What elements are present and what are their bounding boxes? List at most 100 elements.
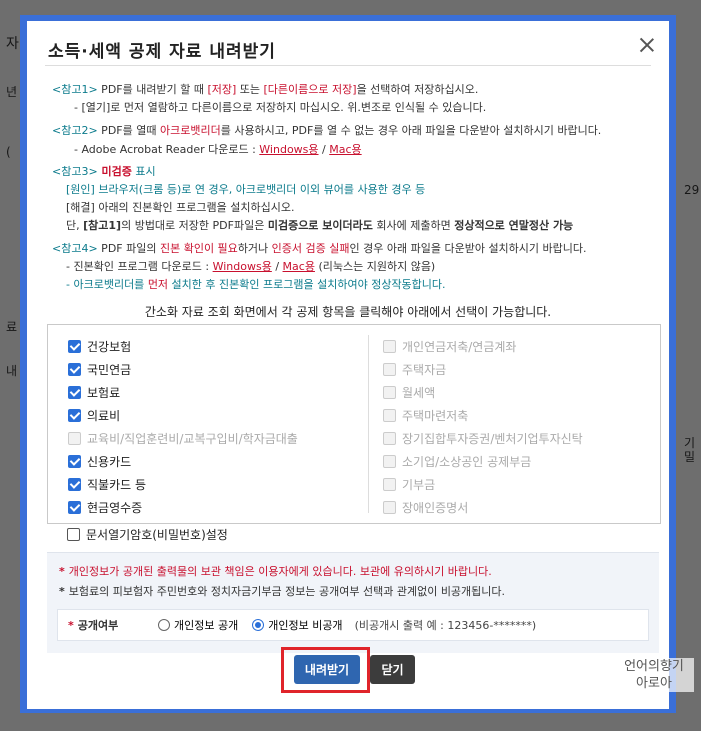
item-checkbox[interactable] <box>68 478 81 491</box>
note-1: <참고1> PDF를 내려받기 할 때 [저장] 또는 [다른이름으로 저장]을… <box>52 81 478 99</box>
item-checkbox[interactable] <box>68 455 81 468</box>
item-checkbox[interactable] <box>68 501 81 514</box>
note-text: 하거나 <box>237 242 272 255</box>
note-4-download: - 진본확인 프로그램 다운로드 : Windows용 / Mac용 (리눅스는… <box>52 258 435 276</box>
item-label: 신용카드 <box>87 455 132 469</box>
item-checkbox[interactable] <box>68 340 81 353</box>
deduction-items-box: 건강보험국민연금보험료의료비교육비/직업훈련비/교복구입비/학자금대출신용카드직… <box>47 324 661 524</box>
item-label: 월세액 <box>402 386 436 400</box>
deduction-item-right: 주택마련저축 <box>383 404 663 427</box>
dialog-title: 소득·세액 공제 자료 내려받기 <box>48 42 276 62</box>
note-2-download: - Adobe Acrobat Reader 다운로드 : Windows용 /… <box>52 141 362 159</box>
item-checkbox <box>383 409 396 422</box>
note-4-order: - 아크로뱃리더를 먼저 설치한 후 진본확인 프로그램을 설치하여야 정상작동… <box>52 276 446 294</box>
item-label: 소기업/소상공인 공제부금 <box>402 455 532 469</box>
item-label: 주택자금 <box>402 363 447 377</box>
close-icon[interactable] <box>637 35 657 55</box>
note-tag: <참고2> <box>52 124 98 137</box>
highlight-box <box>281 647 370 693</box>
item-checkbox <box>383 432 396 445</box>
note-text: 회사에 제출하면 <box>372 219 455 232</box>
note-emph: 정상적으로 연말정산 가능 <box>454 219 574 232</box>
watermark-line-2: 아로아 <box>636 676 672 691</box>
disclosure-public-option[interactable]: 개인정보 공개 <box>158 617 238 633</box>
password-label: 문서열기암호(비밀번호)설정 <box>86 528 228 542</box>
deduction-item-right: 장기집합투자증권/벤처기업투자신탁 <box>383 427 663 450</box>
privacy-notice: * 보험료의 피보험자 주민번호와 정치자금기부금 정보는 공개여부 선택과 관계… <box>59 583 505 599</box>
warning-mark: * <box>59 565 65 578</box>
item-checkbox <box>383 386 396 399</box>
item-checkbox <box>383 455 396 468</box>
item-checkbox[interactable] <box>68 386 81 399</box>
radio-private-label: 개인정보 비공개 <box>268 619 343 632</box>
item-label: 개인연금저축/연금계좌 <box>402 340 517 354</box>
note-tag: <참고3> <box>52 165 98 178</box>
left-item-column: 건강보험국민연금보험료의료비교육비/직업훈련비/교복구입비/학자금대출신용카드직… <box>68 335 348 519</box>
privacy-warning: * 개인정보가 공개된 출력물의 보관 책임은 이용자에게 있습니다. 보관에 유… <box>59 563 492 579</box>
note-text: 또는 <box>236 83 264 96</box>
note-text: - 진본확인 프로그램 다운로드 : <box>66 260 213 273</box>
watermark: 언어의향기 아로아 <box>614 658 694 692</box>
deduction-item-left[interactable]: 국민연금 <box>68 358 348 381</box>
acrobat-windows-link[interactable]: Windows용 <box>259 143 318 156</box>
note-text: 의 방법대로 저장한 PDF파일은 <box>121 219 268 232</box>
disclosure-private-option[interactable]: 개인정보 비공개 <box>252 617 343 633</box>
deduction-item-right: 개인연금저축/연금계좌 <box>383 335 663 358</box>
close-button[interactable]: 닫기 <box>370 655 415 684</box>
note-2: <참고2> PDF를 열때 아크로뱃리더를 사용하시고, PDF를 열 수 없는… <box>52 122 601 140</box>
item-checkbox <box>383 501 396 514</box>
item-checkbox <box>383 478 396 491</box>
deduction-item-left[interactable]: 신용카드 <box>68 450 348 473</box>
radio-public[interactable] <box>158 619 170 631</box>
item-checkbox <box>68 432 81 445</box>
note-3-detail: 단, [참고1]의 방법대로 저장한 PDF파일은 미검증으로 보이더라도 회사… <box>52 217 573 235</box>
disclosure-row: * 공개여부 개인정보 공개 개인정보 비공개 (비공개시 출력 예 : 1234… <box>57 609 649 641</box>
note-4: <참고4> PDF 파일의 진본 확인이 필요하거나 인증서 검증 실패인 경우… <box>52 240 587 258</box>
deduction-item-right: 장애인증명서 <box>383 496 663 519</box>
acrobat-mac-link[interactable]: Mac용 <box>329 143 361 156</box>
radio-private[interactable] <box>252 619 265 631</box>
item-label: 기부금 <box>402 478 436 492</box>
note-emph: [참고1] <box>83 219 122 232</box>
disclosure-label: * 공개여부 <box>58 617 158 633</box>
item-label: 국민연금 <box>87 363 132 377</box>
item-checkbox[interactable] <box>68 363 81 376</box>
required-mark: * <box>68 619 74 632</box>
download-dialog: 소득·세액 공제 자료 내려받기 <참고1> PDF를 내려받기 할 때 [저장… <box>27 21 669 709</box>
item-label: 교육비/직업훈련비/교복구입비/학자금대출 <box>87 432 298 446</box>
item-label: 장애인증명서 <box>402 501 469 515</box>
item-label: 현금영수증 <box>87 501 143 515</box>
note-text: 표시 <box>131 165 156 178</box>
deduction-item-right: 소기업/소상공인 공제부금 <box>383 450 663 473</box>
select-hint: 간소화 자료 조회 화면에서 각 공제 항목을 클릭해야 아래에서 선택이 가능… <box>144 305 552 319</box>
deduction-item-left[interactable]: 의료비 <box>68 404 348 427</box>
note-tag: <참고1> <box>52 83 98 96</box>
note-3: <참고3> 미검증 표시 <box>52 163 156 181</box>
note-text: 을 선택하여 저장하십시오. <box>356 83 479 96</box>
item-checkbox[interactable] <box>68 409 81 422</box>
deduction-item-left[interactable]: 건강보험 <box>68 335 348 358</box>
note-text: PDF 파일의 <box>97 242 160 255</box>
note-emph: 진본 확인이 필요 <box>159 242 238 255</box>
note-emph: 미검증으로 보이더라도 <box>267 219 373 232</box>
deduction-item-left[interactable]: 보험료 <box>68 381 348 404</box>
privacy-notice-text: 보험료의 피보험자 주민번호와 정치자금기부금 정보는 공개여부 선택과 관계없… <box>68 585 506 598</box>
note-text: (리눅스는 지원하지 않음) <box>314 260 436 273</box>
password-checkbox[interactable] <box>67 528 80 541</box>
notice-mark: * <box>59 585 65 598</box>
watermark-line-1: 언어의향기 <box>624 659 684 674</box>
note-emph: [저장] <box>207 83 237 96</box>
note-text: - Adobe Acrobat Reader 다운로드 : <box>74 143 260 156</box>
note-emph: [다른이름으로 저장] <box>263 83 357 96</box>
deduction-item-left[interactable]: 직불카드 등 <box>68 473 348 496</box>
note-text: PDF를 내려받기 할 때 <box>97 83 208 96</box>
deduction-item-right: 주택자금 <box>383 358 663 381</box>
item-label: 주택마련저축 <box>402 409 469 423</box>
deduction-item-left[interactable]: 현금영수증 <box>68 496 348 519</box>
verifier-windows-link[interactable]: Windows용 <box>213 260 272 273</box>
verifier-mac-link[interactable]: Mac용 <box>283 260 315 273</box>
note-emph: 미검증 <box>97 165 132 178</box>
password-option[interactable]: 문서열기암호(비밀번호)설정 <box>67 526 228 543</box>
deduction-item-left: 교육비/직업훈련비/교복구입비/학자금대출 <box>68 427 348 450</box>
item-label: 의료비 <box>87 409 121 423</box>
